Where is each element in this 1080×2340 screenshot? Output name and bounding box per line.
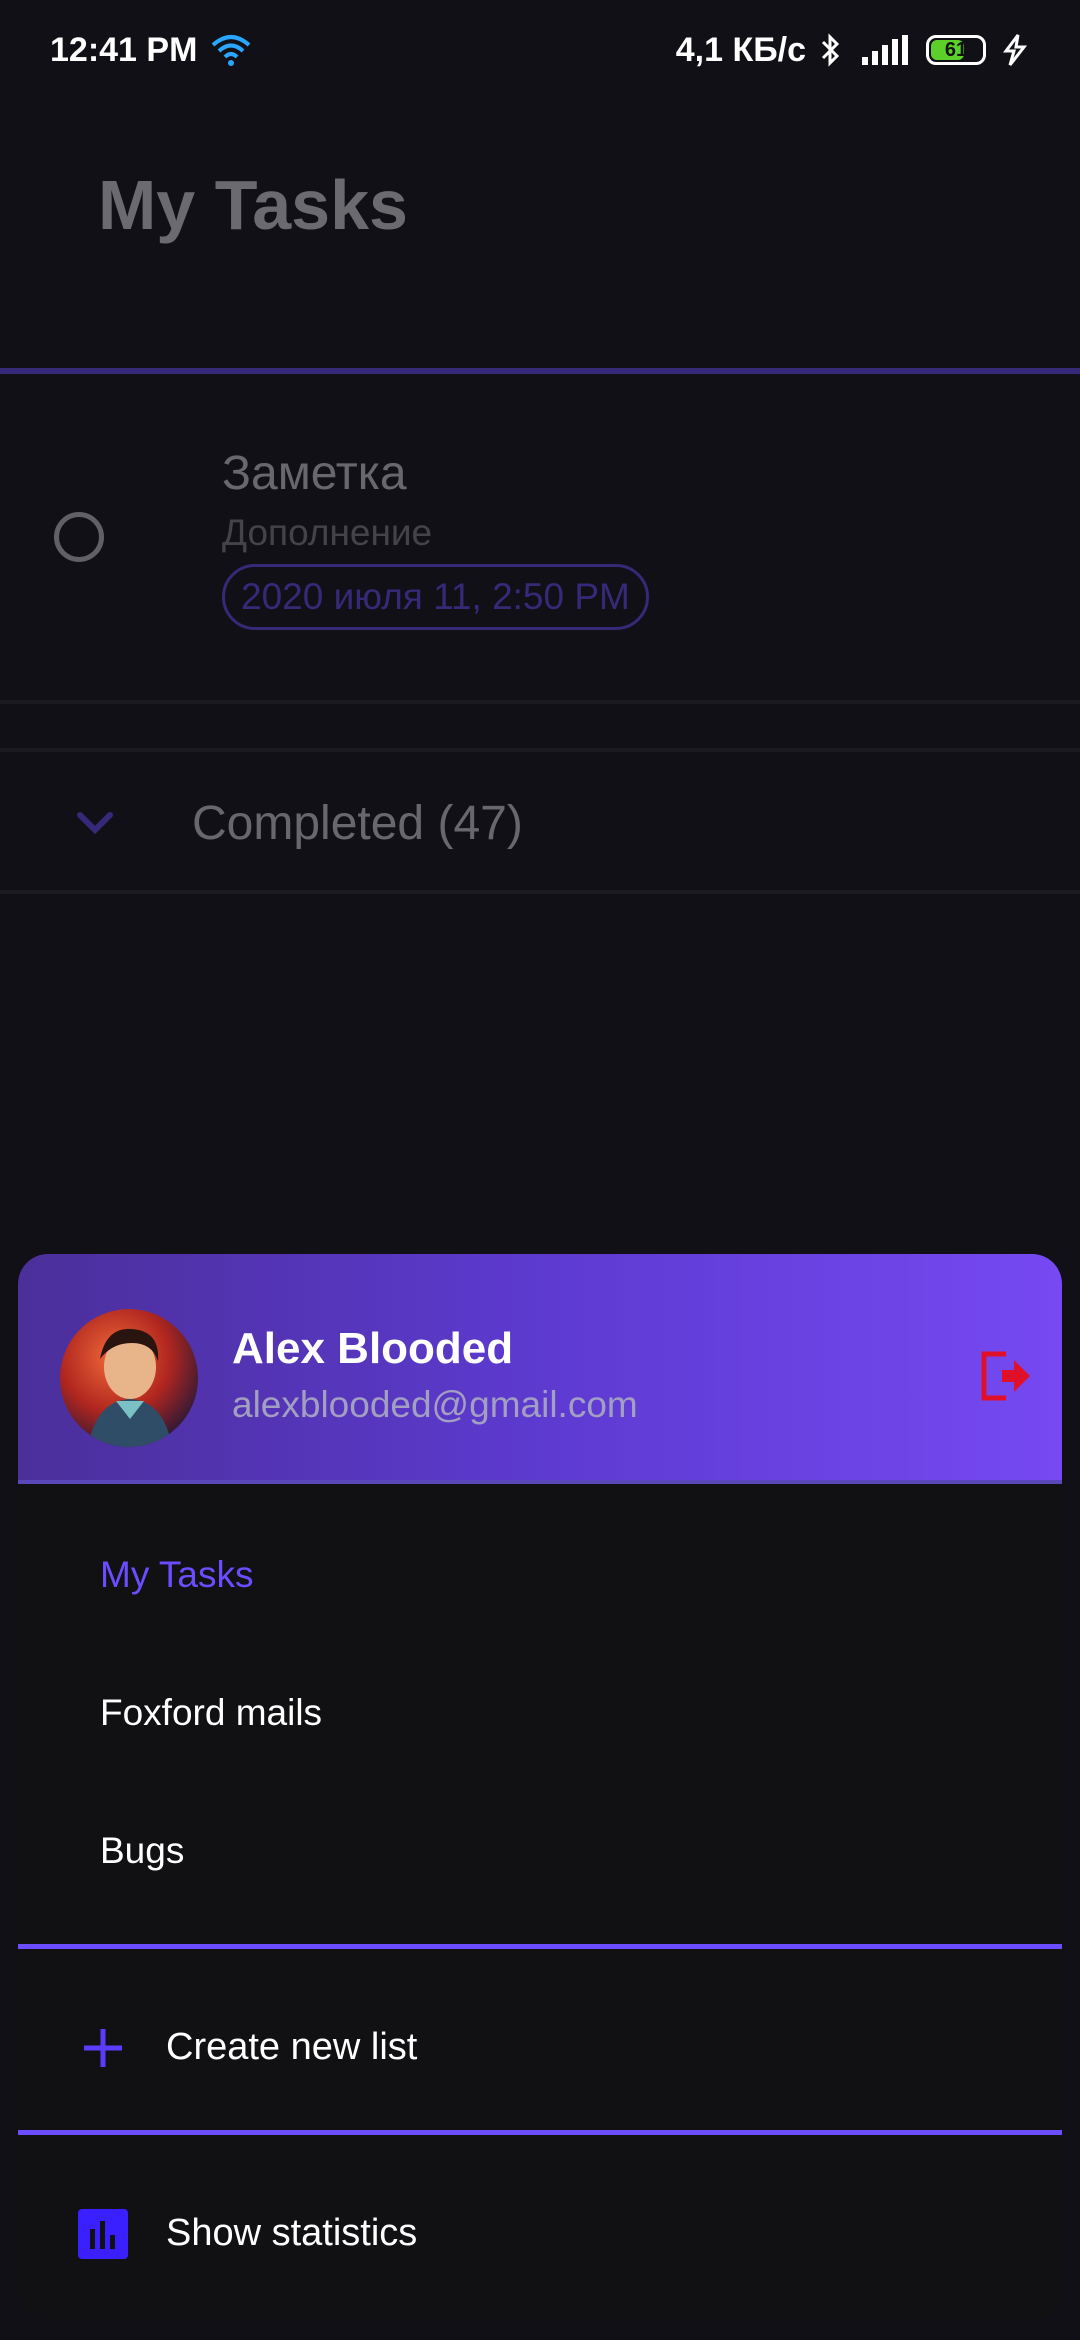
bar-chart-icon	[78, 2209, 128, 2259]
task-item[interactable]: Заметка Дополнение 2020 июля 11, 2:50 PM	[0, 376, 1080, 702]
divider	[18, 2130, 1062, 2135]
logout-icon[interactable]	[978, 1348, 1034, 1404]
avatar[interactable]	[60, 1309, 198, 1447]
navigation-drawer: Alex Blooded alexblooded@gmail.com My Ta…	[18, 1254, 1062, 2320]
completed-label: Completed (47)	[192, 797, 523, 850]
header-divider	[18, 1480, 1062, 1484]
avatar-image	[88, 1328, 172, 1447]
account-header: Alex Blooded alexblooded@gmail.com	[18, 1254, 1062, 1480]
divider	[18, 1944, 1062, 1949]
task-title: Заметка	[222, 447, 407, 500]
create-new-list-button[interactable]: Create new list	[18, 1998, 1062, 2098]
page-title: My Tasks	[98, 166, 408, 244]
list-item-bugs[interactable]: Bugs	[100, 1830, 184, 1872]
user-name: Alex Blooded	[232, 1324, 514, 1373]
list-item-my-tasks[interactable]: My Tasks	[100, 1554, 254, 1596]
header-divider	[0, 368, 1080, 374]
divider	[0, 700, 1080, 704]
create-new-list-label: Create new list	[166, 2026, 418, 2068]
completed-section-toggle[interactable]: Completed (47)	[0, 752, 1080, 892]
user-email: alexblooded@gmail.com	[232, 1384, 638, 1425]
app-screen: 12:41 PM 4,1 КБ/с 61 My Tasks Заметка До…	[0, 0, 1080, 2340]
task-complete-checkbox[interactable]	[54, 512, 104, 562]
list-item-foxford-mails[interactable]: Foxford mails	[100, 1692, 322, 1734]
chevron-down-icon	[77, 812, 113, 835]
divider	[0, 890, 1080, 894]
plus-icon	[84, 2029, 122, 2067]
show-statistics-button[interactable]: Show statistics	[18, 2184, 1062, 2284]
task-notes: Дополнение	[222, 512, 433, 553]
show-statistics-label: Show statistics	[166, 2212, 418, 2254]
task-due-date-chip[interactable]: 2020 июля 11, 2:50 PM	[222, 564, 649, 630]
